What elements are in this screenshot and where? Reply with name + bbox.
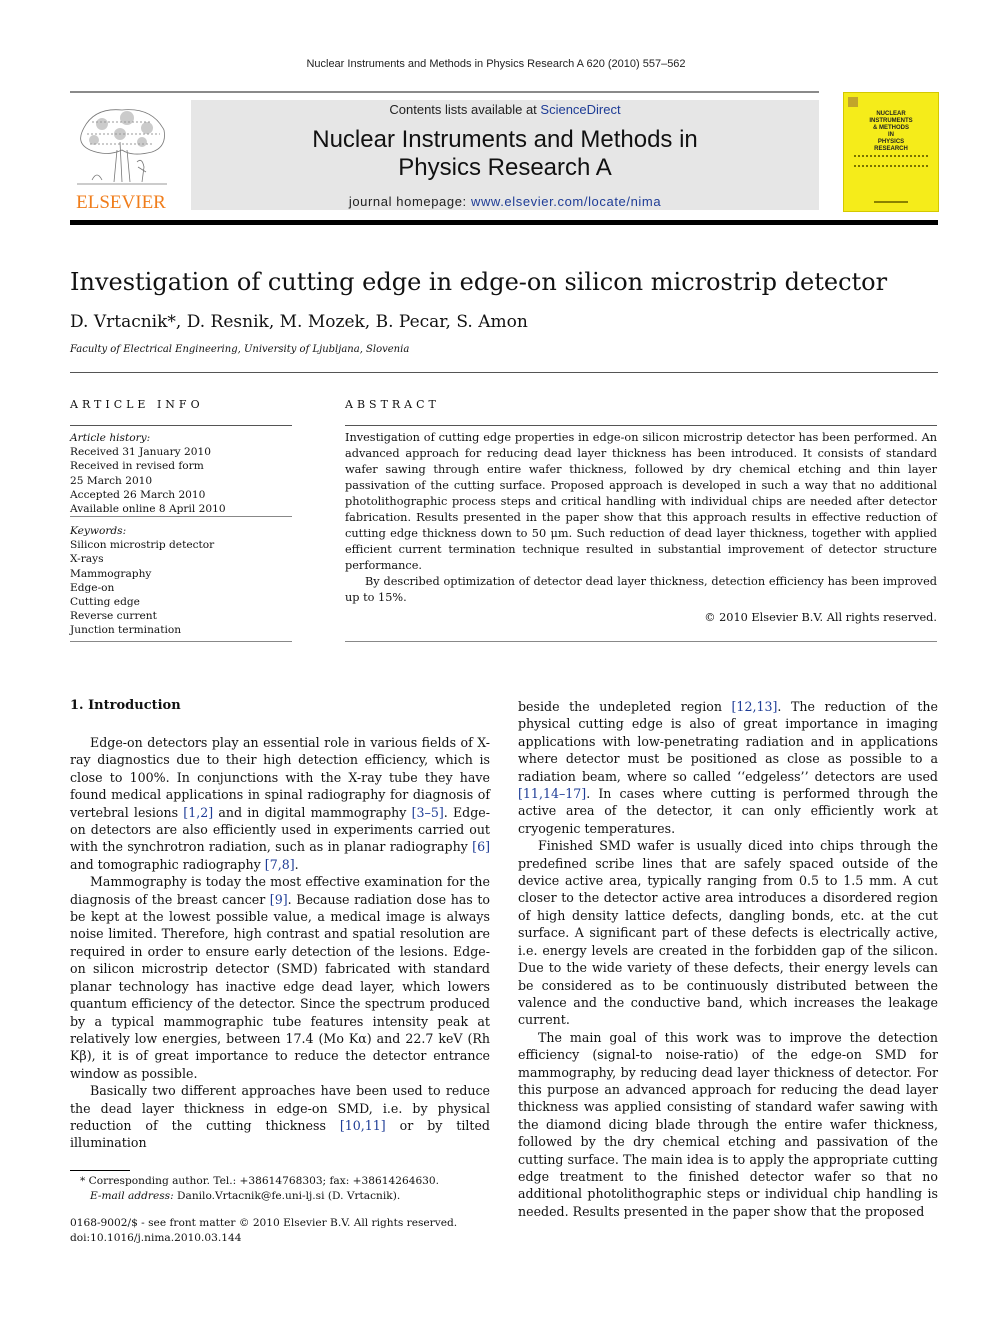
contents-line: Contents lists available at ScienceDirec… <box>191 102 819 117</box>
footnote-rule <box>70 1170 130 1171</box>
keyword-item: X-rays <box>70 553 104 566</box>
elsevier-logo[interactable]: ELSEVIER <box>70 100 172 213</box>
running-head: Nuclear Instruments and Methods in Physi… <box>306 58 686 70</box>
citation-link[interactable]: [1,2] <box>183 805 213 820</box>
journal-title-line1: Nuclear Instruments and Methods in <box>312 126 698 153</box>
abstract-heading: ABSTRACT <box>345 398 440 411</box>
citation-link[interactable]: [12,13] <box>732 699 778 714</box>
cover-title-line: RESEARCH <box>874 146 908 152</box>
keyword-item: Reverse current <box>70 610 157 623</box>
journal-banner: Contents lists available at ScienceDirec… <box>191 100 819 210</box>
corresponding-author-note: * Corresponding author. Tel.: +386147683… <box>80 1175 440 1187</box>
journal-title-line2: Physics Research A <box>398 154 612 181</box>
keyword-item: Cutting edge <box>70 596 140 609</box>
body-column-left: Edge-on detectors play an essential role… <box>70 734 490 1152</box>
tree-icon <box>77 109 167 185</box>
keywords: Keywords: Silicon microstrip detector X-… <box>70 524 292 638</box>
cover-title-line: INSTRUMENTS <box>869 118 913 124</box>
history-rule <box>70 516 292 517</box>
homepage-prefix: journal homepage: <box>348 194 471 209</box>
paragraph-text: The main goal of this work was to improv… <box>518 1029 938 1219</box>
body-paragraph: Basically two different approaches have … <box>70 1082 490 1152</box>
cover-subtitle-block <box>854 155 928 167</box>
citation-link[interactable]: [10,11] <box>340 1118 386 1133</box>
article-history: Article history: Received 31 January 201… <box>70 431 292 516</box>
homepage-link[interactable]: www.elsevier.com/locate/nima <box>471 194 661 209</box>
abstract-body: Investigation of cutting edge properties… <box>345 430 937 626</box>
keyword-item: Junction termination <box>70 624 182 637</box>
email-label: E-mail address: <box>90 1189 174 1202</box>
contents-prefix: Contents lists available at <box>389 102 541 117</box>
citation-link[interactable]: [11,14–17] <box>518 786 586 801</box>
keyword-item: Silicon microstrip detector <box>70 539 215 552</box>
title-rule <box>70 372 938 373</box>
masthead-rule <box>70 220 938 225</box>
cover-title-line: IN <box>888 132 894 138</box>
history-item: Available online 8 April 2010 <box>70 503 226 516</box>
keywords-rule <box>70 641 292 642</box>
keywords-label: Keywords: <box>70 525 127 537</box>
history-item: Accepted 26 March 2010 <box>70 488 206 501</box>
cover-title-line: PHYSICS <box>877 139 905 145</box>
journal-title: Nuclear Instruments and Methods in Physi… <box>191 126 819 182</box>
cover-footer-mark <box>874 201 908 203</box>
body-paragraph: Finished SMD wafer is usually diced into… <box>518 837 938 1028</box>
issn-line: 0168-9002/$ - see front matter © 2010 El… <box>70 1217 458 1229</box>
body-column-right: beside the undepleted region [12,13]. Th… <box>518 698 938 1220</box>
cover-title: NUCLEAR INSTRUMENTS & METHODS IN PHYSICS… <box>844 111 938 153</box>
elsevier-wordmark: ELSEVIER <box>76 192 166 213</box>
abstract-bottom-rule <box>345 641 937 642</box>
section-heading-introduction: 1. Introduction <box>70 698 181 713</box>
article-info-rule <box>70 425 292 426</box>
article-info-heading: ARTICLE INFO <box>70 398 204 411</box>
abstract-rule <box>345 425 937 426</box>
history-item: Received 31 January 2010 <box>70 446 211 459</box>
body-paragraph: beside the undepleted region [12,13]. Th… <box>518 698 938 837</box>
abstract-copyright: © 2010 Elsevier B.V. All rights reserved… <box>704 611 937 624</box>
email-address[interactable]: Danilo.Vrtacnik@fe.uni-lj.si (D. Vrtacni… <box>174 1190 400 1202</box>
abstract-paragraph: By described optimization of detector de… <box>345 575 937 604</box>
article-history-label: Article history: <box>70 432 151 444</box>
paragraph-text: . <box>294 856 299 872</box>
homepage-line: journal homepage: www.elsevier.com/locat… <box>191 194 819 209</box>
journal-cover-image[interactable]: NUCLEAR INSTRUMENTS & METHODS IN PHYSICS… <box>843 92 939 212</box>
affiliation: Faculty of Electrical Engineering, Unive… <box>70 344 410 355</box>
paragraph-text: and tomographic radiography <box>70 856 265 872</box>
cover-title-line: NUCLEAR <box>876 111 906 117</box>
keyword-item: Edge-on <box>70 581 115 594</box>
sciencedirect-link[interactable]: ScienceDirect <box>540 102 620 117</box>
doi-line[interactable]: doi:10.1016/j.nima.2010.03.144 <box>70 1231 500 1246</box>
body-paragraph: The main goal of this work was to improv… <box>518 1029 938 1220</box>
email-line: E-mail address: Danilo.Vrtacnik@fe.uni-l… <box>70 1189 500 1204</box>
front-matter: 0168-9002/$ - see front matter © 2010 El… <box>70 1216 500 1245</box>
abstract-paragraph: Investigation of cutting edge properties… <box>345 431 937 572</box>
paragraph-text: . Because radiation dose has to be kept … <box>70 891 490 1081</box>
paragraph-text: Finished SMD wafer is usually diced into… <box>518 838 938 1028</box>
footnote: * Corresponding author. Tel.: +386147683… <box>70 1174 500 1203</box>
header-rule <box>70 91 819 93</box>
cover-title-line: & METHODS <box>873 125 909 131</box>
citation-link[interactable]: [9] <box>270 892 288 907</box>
article-title: Investigation of cutting edge in edge-on… <box>70 268 888 296</box>
citation-link[interactable]: [6] <box>472 839 490 854</box>
citation-link[interactable]: [3–5] <box>412 805 444 820</box>
cover-emblem-icon <box>848 97 858 107</box>
citation-link[interactable]: [7,8] <box>265 857 295 872</box>
paragraph-text: beside the undepleted region <box>518 699 732 714</box>
keyword-item: Mammography <box>70 567 152 580</box>
body-paragraph: Mammography is today the most effective … <box>70 873 490 1082</box>
author-list: D. Vrtacnik*, D. Resnik, M. Mozek, B. Pe… <box>70 312 528 332</box>
paragraph-text: and in digital mammography <box>213 804 412 820</box>
history-item: 25 March 2010 <box>70 474 153 487</box>
history-item: Received in revised form <box>70 460 204 473</box>
body-paragraph: Edge-on detectors play an essential role… <box>70 734 490 873</box>
